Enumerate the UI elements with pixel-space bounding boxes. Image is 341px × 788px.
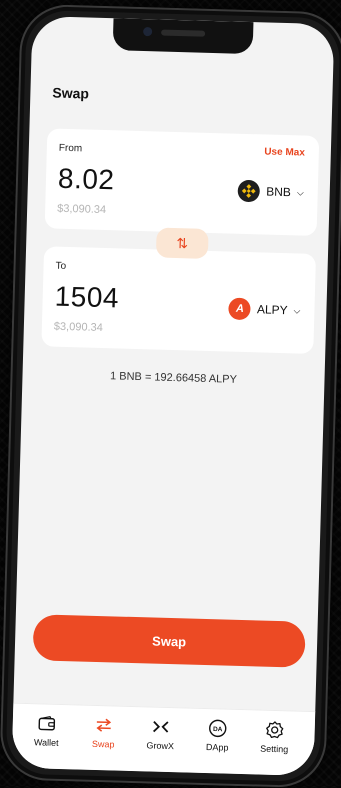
alpy-coin-icon: A bbox=[228, 297, 252, 321]
phone-frame: Swap From Use Max 8.02 $3,090.34 BNB ⌵ ⇅… bbox=[0, 3, 341, 788]
to-card: To 1504 $3,090.34 A ALPY ⌵ bbox=[41, 246, 317, 354]
from-token-selector[interactable]: BNB ⌵ bbox=[237, 179, 304, 204]
tab-swap[interactable]: Swap bbox=[75, 713, 132, 750]
tab-label: Swap bbox=[91, 738, 115, 750]
app-screen: Swap From Use Max 8.02 $3,090.34 BNB ⌵ ⇅… bbox=[11, 15, 335, 777]
front-camera bbox=[143, 27, 153, 37]
from-usd-value: $3,090.34 bbox=[57, 202, 107, 217]
swap-button[interactable]: Swap bbox=[32, 614, 306, 668]
tab-label: DApp bbox=[205, 742, 229, 753]
use-max-button[interactable]: Use Max bbox=[264, 146, 305, 158]
tab-dapp[interactable]: DA DApp bbox=[189, 717, 246, 754]
bnb-coin-icon bbox=[237, 179, 261, 203]
chevron-down-icon: ⌵ bbox=[293, 304, 301, 316]
from-amount-input[interactable]: 8.02 bbox=[58, 163, 115, 197]
svg-text:DA: DA bbox=[213, 726, 223, 733]
gear-icon bbox=[246, 718, 303, 742]
switch-direction-button[interactable]: ⇅ bbox=[155, 227, 209, 259]
to-token-symbol: ALPY bbox=[256, 302, 288, 318]
swap-arrows-icon: ⇅ bbox=[176, 234, 189, 251]
wallet-icon bbox=[19, 712, 76, 736]
swap-icon bbox=[75, 713, 132, 737]
from-label: From bbox=[58, 142, 83, 155]
tab-setting[interactable]: Setting bbox=[246, 718, 303, 755]
tab-label: Wallet bbox=[33, 737, 59, 748]
growx-icon bbox=[132, 715, 189, 739]
chevron-down-icon: ⌵ bbox=[296, 186, 304, 198]
to-label: To bbox=[55, 260, 67, 272]
tab-wallet[interactable]: Wallet bbox=[18, 712, 75, 749]
to-amount-input[interactable]: 1504 bbox=[54, 281, 119, 315]
page-title: Swap bbox=[52, 84, 90, 102]
speaker bbox=[161, 29, 206, 37]
notch bbox=[112, 18, 254, 55]
to-usd-value: $3,090.34 bbox=[53, 320, 103, 335]
exchange-rate: 1 BNB = 192.66458 ALPY bbox=[109, 370, 238, 386]
bottom-tab-bar: Wallet Swap GrowX DA DApp Setting bbox=[11, 702, 316, 777]
from-token-symbol: BNB bbox=[266, 184, 292, 200]
from-card: From Use Max 8.02 $3,090.34 BNB ⌵ bbox=[44, 128, 320, 236]
dapp-icon: DA bbox=[189, 717, 246, 741]
tab-growx[interactable]: GrowX bbox=[132, 715, 189, 752]
to-token-selector[interactable]: A ALPY ⌵ bbox=[228, 297, 301, 322]
tab-label: GrowX bbox=[146, 740, 175, 752]
tab-label: Setting bbox=[260, 743, 289, 755]
